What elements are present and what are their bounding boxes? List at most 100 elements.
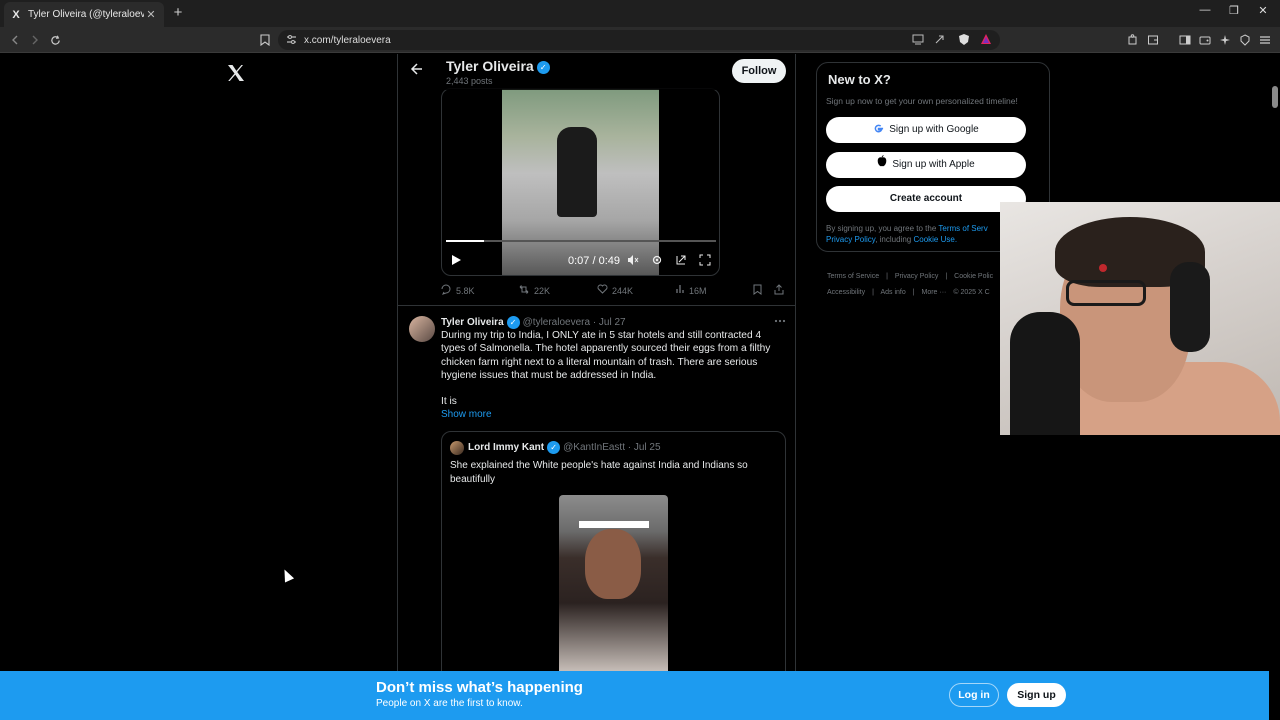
google-signup-button[interactable]: Sign up with Google: [826, 117, 1026, 143]
wallet-icon[interactable]: [1144, 31, 1162, 49]
reply-button[interactable]: 5.8K: [441, 284, 475, 298]
tweet-author[interactable]: Tyler Oliveira ✓ @tyleraloevera · Jul 27: [441, 316, 626, 329]
quote-author-name[interactable]: Lord Immy Kant: [468, 442, 544, 453]
scrollbar-thumb[interactable]: [1272, 86, 1278, 108]
back-arrow-icon[interactable]: [410, 62, 426, 78]
views-button[interactable]: 16M: [675, 284, 707, 297]
media-person: [585, 529, 641, 599]
share-icon[interactable]: [934, 34, 946, 48]
login-button[interactable]: Log in: [949, 683, 999, 707]
show-more-link[interactable]: Show more: [441, 409, 492, 420]
back-arrow-icon[interactable]: [6, 31, 24, 49]
extensions-icon[interactable]: [1124, 31, 1142, 49]
bookmark-button[interactable]: [753, 284, 762, 298]
tweet-handle-date[interactable]: @tyleraloevera · Jul 27: [523, 317, 626, 328]
repost-icon: [518, 284, 530, 298]
webcam-glasses: [1066, 280, 1146, 306]
quote-handle-date[interactable]: @KantInEastt · Jul 25: [563, 442, 660, 453]
terms-link[interactable]: Terms of Serv: [938, 224, 987, 233]
webcam-overlay: [1000, 202, 1280, 435]
footer-separator: |: [912, 289, 915, 296]
brave-shield-icon[interactable]: [958, 33, 970, 49]
signup-button[interactable]: Sign up: [1007, 683, 1066, 707]
view-count: 16M: [689, 285, 707, 296]
login-prompt-bar: Don’t miss what’s happening People on X …: [0, 671, 1269, 720]
cast-icon[interactable]: [912, 34, 924, 48]
quote-avatar[interactable]: [450, 441, 464, 455]
browser-tab[interactable]: X Tyler Oliveira (@tyleraloevera) / ✕: [4, 2, 164, 27]
window-close-button[interactable]: ✕: [1248, 4, 1278, 17]
footer-more-link[interactable]: More ···: [922, 289, 947, 296]
maximize-button[interactable]: ❐: [1219, 4, 1249, 17]
settings-gear-icon[interactable]: [650, 254, 664, 268]
like-button[interactable]: 244K: [597, 284, 633, 297]
tweet-body: During my trip to India, I ONLY ate in 5…: [441, 329, 786, 421]
site-settings-icon[interactable]: [286, 34, 297, 48]
fullscreen-icon[interactable]: [698, 254, 712, 268]
apple-signup-button[interactable]: Sign up with Apple: [826, 152, 1026, 178]
webcam-forehead-mark: [1099, 264, 1107, 272]
footer-cookie-link[interactable]: Cookie Polic: [954, 273, 993, 280]
address-bar[interactable]: x.com/tyleraloevera: [278, 30, 1000, 50]
video-progress-fill: [446, 240, 484, 242]
browser-tab-strip: X Tyler Oliveira (@tyleraloevera) / ✕ + …: [0, 0, 1280, 27]
brave-rewards-icon[interactable]: [980, 33, 992, 48]
google-signup-label: Sign up with Google: [889, 124, 979, 135]
quote-author[interactable]: Lord Immy Kant ✓ @KantInEastt · Jul 25: [468, 441, 661, 454]
avatar[interactable]: [409, 316, 435, 342]
mouse-cursor-icon: [279, 567, 295, 583]
more-options-icon[interactable]: [774, 314, 786, 326]
apple-signup-label: Sign up with Apple: [892, 159, 975, 170]
cookie-link[interactable]: Cookie Use.: [913, 235, 957, 244]
follow-button[interactable]: Follow: [732, 59, 786, 83]
verified-badge-icon: ✓: [547, 441, 561, 454]
leo-ai-icon[interactable]: [1216, 31, 1234, 49]
forward-arrow-icon[interactable]: [26, 31, 44, 49]
quote-text: She explained the White people's hate ag…: [450, 460, 748, 485]
share-button[interactable]: [774, 284, 784, 298]
webcam-headphones: [1170, 262, 1210, 352]
footer-separator: |: [945, 273, 948, 280]
video-player[interactable]: 0:07 / 0:49: [441, 88, 720, 276]
profile-name: Tyler Oliveira ✓: [446, 58, 550, 74]
menu-icon[interactable]: [1256, 31, 1274, 49]
x-logo-icon[interactable]: [226, 63, 246, 83]
quote-media[interactable]: [559, 495, 668, 675]
footer-ads-link[interactable]: Ads info: [880, 289, 905, 296]
footer-accessibility-link[interactable]: Accessibility: [827, 289, 865, 296]
video-person: [557, 127, 597, 217]
minimize-button[interactable]: —: [1190, 4, 1220, 16]
signup-title: New to X?: [828, 72, 891, 87]
apple-icon: [877, 152, 887, 178]
footer-links: Terms of Service | Privacy Policy | Cook…: [827, 269, 1007, 301]
picture-in-picture-icon[interactable]: [674, 254, 688, 268]
create-account-button[interactable]: Create account: [826, 186, 1026, 212]
play-icon[interactable]: [450, 254, 464, 268]
heart-icon: [597, 284, 608, 297]
new-tab-button[interactable]: +: [170, 4, 186, 22]
google-icon: [873, 117, 884, 143]
url-text[interactable]: x.com/tyleraloevera: [304, 35, 391, 46]
vpn-icon[interactable]: [1236, 31, 1254, 49]
media-caption-sticker: [579, 521, 649, 528]
tweet-author-name[interactable]: Tyler Oliveira: [441, 317, 504, 328]
video-time: 0:07 / 0:49: [568, 255, 620, 267]
tab-close-icon[interactable]: ✕: [144, 8, 158, 21]
footer-privacy-link[interactable]: Privacy Policy: [895, 273, 939, 280]
reload-icon[interactable]: [46, 31, 64, 49]
profile-name-text: Tyler Oliveira: [446, 58, 534, 74]
privacy-link[interactable]: Privacy Policy: [826, 235, 875, 244]
views-chart-icon: [675, 284, 685, 297]
reply-icon: [441, 284, 452, 298]
footer-copyright: © 2025 X C: [953, 289, 990, 296]
reply-count: 5.8K: [456, 286, 475, 296]
bookmark-icon[interactable]: [256, 31, 274, 49]
mute-icon[interactable]: [626, 254, 640, 268]
footer-terms-link[interactable]: Terms of Service: [827, 273, 879, 280]
verified-badge-icon: ✓: [506, 316, 520, 329]
repost-button[interactable]: 22K: [518, 284, 550, 298]
sidebar-toggle-icon[interactable]: [1176, 31, 1194, 49]
wallet-panel-icon[interactable]: [1196, 31, 1214, 49]
profile-header: Tyler Oliveira ✓ 2,443 posts Follow: [398, 54, 795, 90]
video-progress-bar[interactable]: [446, 240, 716, 242]
